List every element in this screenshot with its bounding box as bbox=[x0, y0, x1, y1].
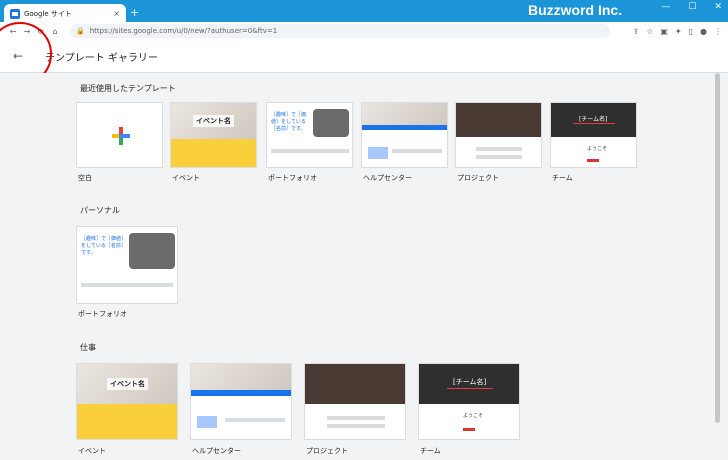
address-bar[interactable]: 🔒 https://sites.google.com/u/0/new/?auth… bbox=[70, 24, 610, 38]
thumb-team-name: [チーム名] bbox=[453, 378, 487, 386]
template-card-help-center[interactable] bbox=[361, 102, 448, 168]
thumb-blue-square bbox=[197, 416, 217, 428]
thumb-line bbox=[81, 283, 173, 287]
thumb-title: イベント名 bbox=[107, 378, 148, 390]
template-label: チーム bbox=[552, 174, 573, 182]
section-title-recent: 最近使用したテンプレート bbox=[80, 84, 176, 93]
share-icon[interactable]: ⇪ bbox=[632, 27, 639, 36]
home-icon[interactable]: ⌂ bbox=[48, 27, 62, 36]
google-sites-favicon-icon bbox=[10, 8, 20, 19]
thumb-title: イベント名 bbox=[193, 115, 234, 127]
thumb-tagline: ［趣味］で［価値］をしている［名前］です。 bbox=[271, 112, 307, 132]
profile-avatar-icon[interactable]: ● bbox=[700, 27, 707, 36]
thumb-line bbox=[327, 424, 385, 428]
template-label: ヘルプセンター bbox=[192, 447, 241, 455]
thumb-person-photo bbox=[313, 109, 349, 137]
template-card-event[interactable]: イベント名 bbox=[76, 363, 178, 440]
maximize-button[interactable]: ☐ bbox=[688, 2, 696, 12]
template-card-team[interactable]: [チーム名] ようこそ bbox=[550, 102, 637, 168]
thumb-blue-bar bbox=[191, 390, 291, 396]
lock-icon: 🔒 bbox=[76, 27, 85, 35]
thumb-red-line bbox=[447, 388, 493, 389]
thumb-team-name: [チーム名] bbox=[579, 116, 608, 123]
page-title: テンプレート ギャラリー bbox=[45, 53, 158, 64]
thumb-photo bbox=[362, 103, 447, 125]
bookmark-star-icon[interactable]: ☆ bbox=[646, 27, 653, 36]
template-label: ポートフォリオ bbox=[78, 310, 127, 318]
tab-close-icon[interactable]: × bbox=[113, 9, 120, 18]
thumb-photo bbox=[191, 364, 291, 390]
menu-kebab-icon[interactable]: ⋮ bbox=[714, 27, 722, 36]
sidepanel-icon[interactable]: ▯ bbox=[689, 27, 693, 36]
template-gallery: 最近使用したテンプレート 空白 イベント名 イベント ［趣味］で［価値］をしてい… bbox=[0, 73, 728, 460]
tab-title: Google サイト bbox=[24, 9, 72, 18]
template-card-team[interactable]: [チーム名] ようこそ bbox=[418, 363, 520, 440]
browser-tab[interactable]: Google サイト × bbox=[4, 4, 126, 23]
template-label: プロジェクト bbox=[457, 174, 499, 182]
toolbar-actions: ⇪ ☆ ▣ ✦ ▯ ● ⋮ bbox=[632, 27, 722, 36]
thumb-red-button bbox=[587, 159, 599, 162]
template-label: 空白 bbox=[78, 174, 92, 182]
template-label: チーム bbox=[420, 447, 441, 455]
thumb-line bbox=[476, 147, 522, 151]
extension-icon[interactable]: ▣ bbox=[660, 27, 668, 36]
template-label: イベント bbox=[78, 447, 106, 455]
minimize-button[interactable]: — bbox=[661, 2, 670, 12]
template-label: イベント bbox=[172, 174, 200, 182]
template-card-portfolio[interactable]: ［趣味］で［価値］をしている［名前］です。 bbox=[266, 102, 353, 168]
brand-watermark: Buzzword Inc. bbox=[528, 2, 623, 18]
puzzle-icon[interactable]: ✦ bbox=[675, 27, 682, 36]
template-label: プロジェクト bbox=[306, 447, 348, 455]
template-card-help-center[interactable] bbox=[190, 363, 292, 440]
plus-left bbox=[112, 134, 119, 138]
template-card-event[interactable]: イベント名 bbox=[170, 102, 257, 168]
thumb-line bbox=[392, 149, 442, 153]
template-label: ヘルプセンター bbox=[363, 174, 412, 182]
thumb-welcome: ようこそ bbox=[463, 413, 484, 419]
plus-icon bbox=[112, 127, 130, 145]
plus-bottom bbox=[119, 138, 123, 145]
thumb-red-line bbox=[573, 123, 615, 124]
plus-top bbox=[119, 127, 123, 134]
thumb-yellow-band bbox=[77, 404, 177, 439]
thumb-red-button bbox=[463, 428, 475, 431]
thumb-welcome: ようこそ bbox=[587, 146, 608, 152]
thumb-line bbox=[476, 155, 522, 159]
thumb-blue-square bbox=[368, 147, 388, 159]
thumb-blue-bar bbox=[362, 125, 447, 130]
section-title-personal: パーソナル bbox=[80, 206, 120, 215]
section-title-work: 仕事 bbox=[80, 343, 96, 352]
thumb-dark-photo bbox=[305, 364, 405, 404]
thumb-yellow-band bbox=[171, 139, 256, 167]
thumb-line bbox=[271, 149, 349, 153]
scrollbar[interactable] bbox=[715, 73, 720, 423]
new-tab-button[interactable]: + bbox=[130, 6, 139, 19]
template-card-blank[interactable] bbox=[76, 102, 163, 168]
thumb-line bbox=[225, 418, 285, 422]
app-header: ← テンプレート ギャラリー bbox=[0, 40, 728, 73]
template-card-project[interactable] bbox=[455, 102, 542, 168]
url-text: https://sites.google.com/u/0/new/?authus… bbox=[89, 27, 278, 35]
window-controls: — ☐ ✕ bbox=[661, 2, 722, 12]
browser-toolbar: ← → ⟳ ⌂ 🔒 https://sites.google.com/u/0/n… bbox=[0, 22, 728, 40]
template-card-project[interactable] bbox=[304, 363, 406, 440]
close-window-button[interactable]: ✕ bbox=[714, 2, 722, 12]
thumb-tagline: ［趣味］で［価値］をしている［名前］です。 bbox=[81, 236, 124, 256]
template-label: ポートフォリオ bbox=[268, 174, 317, 182]
thumb-person-photo bbox=[129, 233, 175, 269]
thumb-line bbox=[327, 416, 385, 420]
thumb-dark-photo bbox=[456, 103, 541, 137]
template-card-portfolio[interactable]: ［趣味］で［価値］をしている［名前］です。 bbox=[76, 226, 178, 304]
